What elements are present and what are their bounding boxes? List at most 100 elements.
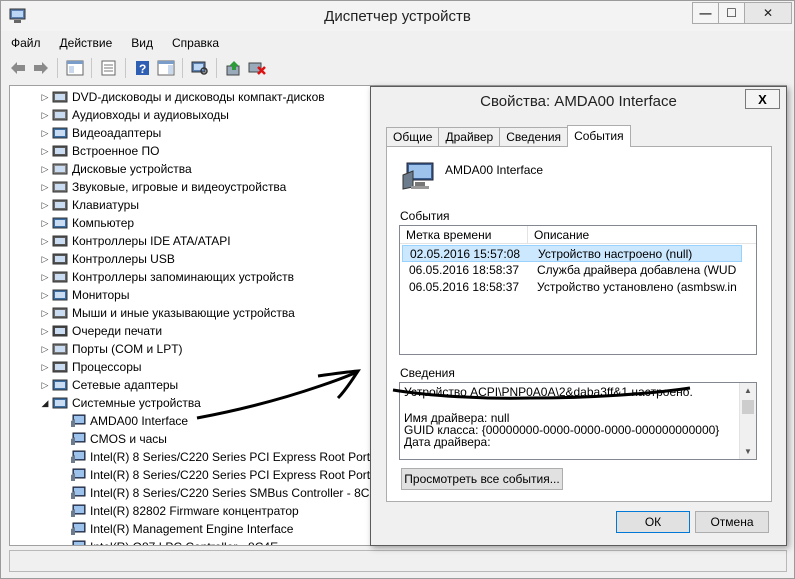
monitor-icon	[52, 288, 68, 302]
cancel-button[interactable]: Отмена	[695, 511, 769, 533]
expand-arrow-icon[interactable]: ▷	[38, 326, 52, 337]
expand-arrow-icon[interactable]: ▷	[38, 182, 52, 193]
toolbar-separator	[57, 58, 64, 78]
column-header-timestamp[interactable]: Метка времени	[400, 226, 528, 244]
tree-item[interactable]: ▷ Мониторы	[38, 286, 130, 304]
toolbar-separator	[182, 58, 189, 78]
tree-item[interactable]: ▷ Очереди печати	[38, 322, 163, 340]
help-icon[interactable]: ?	[132, 57, 154, 79]
dialog-title: Свойства: AMDA00 Interface	[480, 93, 677, 110]
tab-events[interactable]: События	[567, 125, 631, 147]
minimize-button[interactable]: —	[692, 2, 719, 24]
scroll-down-icon[interactable]: ▼	[740, 444, 756, 459]
event-row[interactable]: 02.05.2016 15:57:08 Устройство настроено…	[402, 245, 742, 262]
update-driver-icon[interactable]	[223, 57, 245, 79]
tree-item-label: DVD-дисководы и дисководы компакт-дисков	[72, 90, 325, 104]
disk-icon	[52, 162, 68, 176]
expand-arrow-icon[interactable]: ▷	[38, 218, 52, 229]
tree-child-item[interactable]: AMDA00 Interface	[70, 412, 188, 430]
tree-item[interactable]: ▷ Сетевые адаптеры	[38, 376, 179, 394]
tree-item-label: Процессоры	[72, 360, 142, 374]
tree-child-item[interactable]: Intel(R) Management Engine Interface	[70, 520, 293, 538]
tree-item-label: Видеоадаптеры	[72, 126, 162, 140]
tree-item[interactable]: ▷ Встроенное ПО	[38, 142, 160, 160]
expand-arrow-icon[interactable]: ▷	[38, 380, 52, 391]
scroll-up-icon[interactable]: ▲	[740, 383, 756, 398]
tree-item[interactable]: ◢ Системные устройства	[38, 394, 201, 412]
event-row[interactable]: 06.05.2016 18:58:37 Служба драйвера доба…	[402, 262, 742, 279]
expand-arrow-icon[interactable]: ▷	[38, 146, 52, 157]
close-window-button[interactable]: ✕	[744, 2, 792, 24]
forward-icon[interactable]	[30, 57, 52, 79]
tab-general[interactable]: Общие	[386, 127, 440, 147]
tree-child-item[interactable]: Intel(R) 8 Series/C220 Series PCI Expres…	[70, 466, 387, 484]
details-scrollbar[interactable]: ▲ ▼	[739, 383, 756, 459]
tree-child-item[interactable]: Intel(R) 8 Series/C220 Series SMBus Cont…	[70, 484, 383, 502]
tree-item-label: Системные устройства	[72, 396, 201, 410]
tree-child-item[interactable]: Intel(R) 82802 Firmware концентратор	[70, 502, 299, 520]
view-all-events-button[interactable]: Просмотреть все события...	[401, 468, 563, 490]
network-icon	[52, 378, 68, 392]
tree-item[interactable]: ▷ Мыши и иные указывающие устройства	[38, 304, 295, 322]
tree-item-label: Аудиовходы и аудиовыходы	[72, 108, 229, 122]
events-header: Метка времени Описание	[400, 226, 756, 244]
tree-item[interactable]: ▷ Компьютер	[38, 214, 135, 232]
tree-item[interactable]: ▷ Звуковые, игровые и видеоустройства	[38, 178, 287, 196]
expand-arrow-icon[interactable]: ▷	[38, 128, 52, 139]
tree-item[interactable]: ▷ Контроллеры USB	[38, 250, 175, 268]
column-header-description[interactable]: Описание	[528, 226, 728, 244]
system-device-icon	[70, 504, 86, 518]
system-device-icon	[70, 468, 86, 482]
tree-item[interactable]: ▷ Порты (COM и LPT)	[38, 340, 183, 358]
uninstall-device-icon[interactable]	[246, 57, 268, 79]
event-row[interactable]: 06.05.2016 18:58:37 Устройство установле…	[402, 279, 742, 296]
scan-hardware-icon[interactable]	[189, 57, 211, 79]
expand-arrow-icon[interactable]: ▷	[38, 236, 52, 247]
tree-item[interactable]: ▷ DVD-дисководы и дисководы компакт-диско…	[38, 88, 325, 106]
menu-action[interactable]: Действие	[58, 35, 115, 53]
tree-item[interactable]: ▷ Аудиовходы и аудиовыходы	[38, 106, 229, 124]
details-textbox[interactable]: Устройство ACPI\PNP0A0A\2&daba3ff&1 наст…	[399, 382, 757, 460]
tree-child-item[interactable]: Intel(R) Q87 LPC Controller - 8C4E	[70, 538, 278, 545]
expand-arrow-icon[interactable]: ▷	[38, 290, 52, 301]
expand-arrow-icon[interactable]: ▷	[38, 254, 52, 265]
device-name: AMDA00 Interface	[445, 163, 544, 177]
tree-child-label: Intel(R) 8 Series/C220 Series PCI Expres…	[90, 450, 387, 464]
dvd-icon	[52, 90, 68, 104]
menu-file[interactable]: Файл	[9, 35, 43, 53]
tab-details[interactable]: Сведения	[499, 127, 569, 147]
tree-child-item[interactable]: CMOS и часы	[70, 430, 167, 448]
expand-arrow-icon[interactable]: ▷	[38, 362, 52, 373]
back-icon[interactable]	[7, 57, 29, 79]
expand-arrow-icon[interactable]: ▷	[38, 200, 52, 211]
tree-item-label: Звуковые, игровые и видеоустройства	[72, 180, 287, 194]
tree-item-label: Очереди печати	[72, 324, 163, 338]
console-tree-icon[interactable]	[64, 57, 86, 79]
tree-item[interactable]: ▷ Дисковые устройства	[38, 160, 192, 178]
expand-arrow-icon[interactable]: ▷	[38, 344, 52, 355]
expand-arrow-icon[interactable]: ▷	[38, 272, 52, 283]
expand-arrow-icon[interactable]: ▷	[38, 92, 52, 103]
menu-help[interactable]: Справка	[170, 35, 221, 53]
collapse-arrow-icon[interactable]: ◢	[38, 398, 52, 409]
expand-arrow-icon[interactable]: ▷	[38, 164, 52, 175]
scroll-thumb[interactable]	[742, 400, 754, 414]
tab-driver[interactable]: Драйвер	[438, 127, 501, 147]
tree-child-item[interactable]: Intel(R) 8 Series/C220 Series PCI Expres…	[70, 448, 387, 466]
tree-item[interactable]: ▷ Контроллеры IDE ATA/ATAPI	[38, 232, 231, 250]
tree-item[interactable]: ▷ Контроллеры запоминающих устройств	[38, 268, 294, 286]
tree-item[interactable]: ▷ Процессоры	[38, 358, 142, 376]
tree-child-label: AMDA00 Interface	[90, 414, 189, 428]
tree-item[interactable]: ▷ Видеоадаптеры	[38, 124, 162, 142]
computer-icon	[52, 216, 68, 230]
properties-icon[interactable]	[98, 57, 120, 79]
expand-arrow-icon[interactable]: ▷	[38, 308, 52, 319]
ok-button[interactable]: ОК	[616, 511, 690, 533]
expand-arrow-icon[interactable]: ▷	[38, 110, 52, 121]
menu-view[interactable]: Вид	[129, 35, 155, 53]
events-list[interactable]: Метка времени Описание 02.05.2016 15:57:…	[399, 225, 757, 355]
maximize-button[interactable]: ☐	[718, 2, 745, 24]
action-pane-icon[interactable]	[155, 57, 177, 79]
tree-item[interactable]: ▷ Клавиатуры	[38, 196, 139, 214]
dialog-close-button[interactable]: X	[745, 89, 780, 109]
